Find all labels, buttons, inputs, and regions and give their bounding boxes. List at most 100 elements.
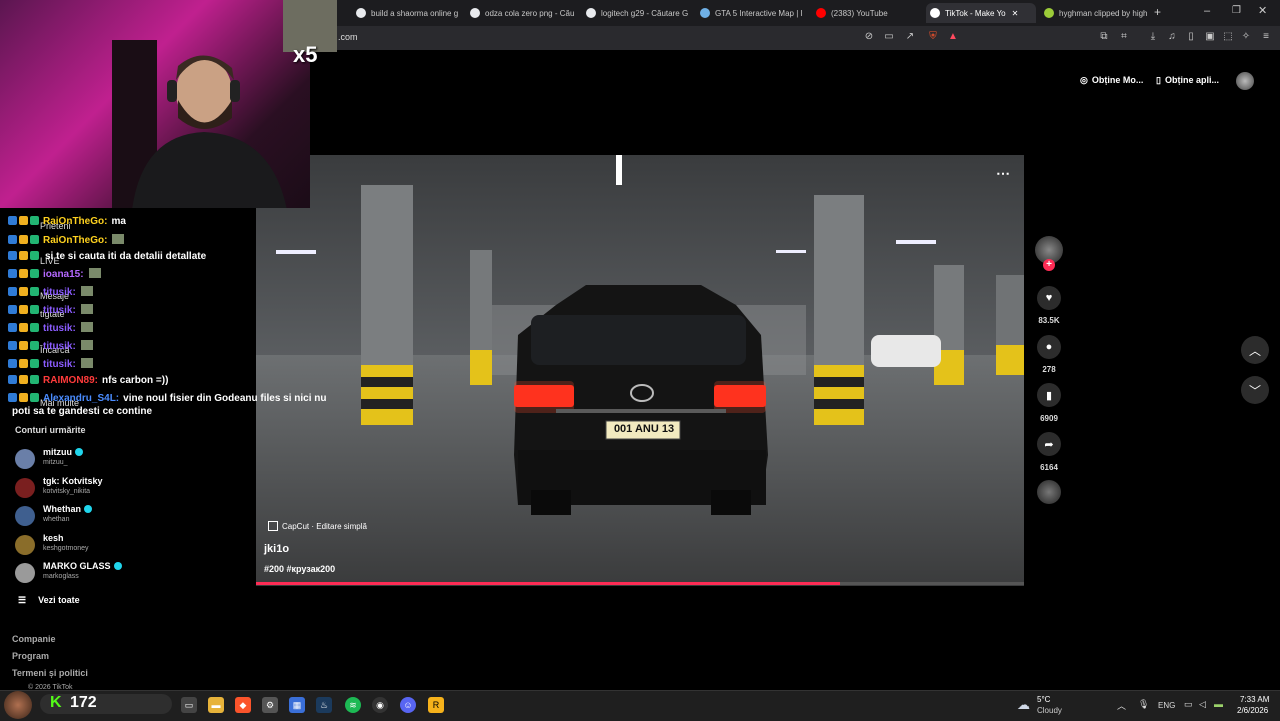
get-app-button[interactable]: ▯ Obține apli... — [1150, 70, 1226, 90]
mic-icon[interactable]: 🎙 — [1138, 699, 1149, 710]
brave-rewards-icon[interactable]: ▲ — [947, 31, 959, 43]
file-explorer-icon[interactable]: ▬ — [208, 697, 224, 713]
chat-username: titusik: — [43, 359, 76, 370]
clock-date[interactable]: 2/6/2026 — [1237, 706, 1268, 715]
footer-terms[interactable]: Termeni și politici — [12, 668, 88, 678]
heart-icon: ♥ — [1045, 292, 1053, 304]
obs-icon[interactable]: ◉ — [372, 697, 388, 713]
chat-emote-icon — [80, 340, 93, 350]
network-icon[interactable]: ▭ — [1184, 699, 1193, 710]
capcut-tag[interactable]: CapCut · Editare simplă — [268, 521, 367, 531]
browser-tab[interactable]: build a shaorma online g — [352, 3, 458, 23]
spotify-icon[interactable]: ≋ — [345, 697, 361, 713]
brave-browser-icon[interactable]: ◆ — [235, 697, 251, 713]
leo-ai-icon[interactable]: ✧ — [1240, 31, 1252, 43]
chat-badge-icon — [8, 235, 17, 244]
taskbar-avatar[interactable] — [4, 691, 32, 719]
minimize-button[interactable]: – — [1204, 5, 1210, 17]
media-icon[interactable]: ♫ — [1166, 31, 1178, 43]
chat-badge-icon — [19, 305, 28, 314]
music-disc[interactable] — [1037, 480, 1061, 504]
chat-badge-icon — [30, 287, 39, 296]
share-count: 6164 — [1040, 463, 1058, 472]
maximize-button[interactable]: ❐ — [1232, 5, 1241, 16]
see-all-link[interactable]: ☰ Vezi toate — [18, 595, 80, 606]
tray-chevron-icon[interactable]: ︿ — [1117, 699, 1126, 712]
browser-tab[interactable]: TikTok - Make Yo ✕ — [926, 3, 1036, 23]
browser-tab[interactable]: hyghman clipped by high — [1040, 3, 1148, 23]
chat-message: titusik: — [8, 340, 93, 352]
language-indicator[interactable]: ENG — [1158, 701, 1175, 710]
kick-logo-icon: K — [50, 694, 62, 711]
brave-shield-icon[interactable]: ⛨ — [927, 31, 939, 43]
weather-desc: Cloudy — [1037, 706, 1062, 715]
following-item[interactable]: kesh keshgotmoney — [15, 533, 175, 559]
follow-plus-icon[interactable]: + — [1043, 259, 1055, 271]
extensions-icon[interactable]: ⧉ — [1098, 31, 1110, 43]
chat-username: RaiOnTheGo: — [43, 216, 108, 227]
verified-icon — [75, 448, 83, 456]
share-icon[interactable]: ↗ — [904, 31, 916, 43]
like-button[interactable]: ♥ — [1037, 286, 1061, 310]
browser-tab[interactable]: (2383) YouTube — [812, 3, 920, 23]
chat-emote-icon — [112, 234, 125, 244]
footer-company[interactable]: Companie — [12, 634, 56, 644]
chat-message: titusik: — [8, 286, 93, 298]
video-progress-track[interactable] — [256, 582, 1024, 585]
get-coins-button[interactable]: ◎ Obține Mo... — [1072, 70, 1144, 90]
wallet-icon[interactable]: ▣ — [1204, 31, 1216, 43]
video-player[interactable]: 001 ANU 13 ⋯ CapCut · Editare simplă jki… — [256, 155, 1024, 586]
share-button[interactable]: ➦ — [1037, 432, 1061, 456]
browser-tab[interactable]: odza cola zero png - Cău — [466, 3, 574, 23]
battery-icon[interactable]: ▬ — [1214, 699, 1223, 709]
avatar — [15, 449, 35, 469]
url-field[interactable]: .com — [338, 32, 358, 42]
chat-emote-icon — [80, 322, 93, 332]
save-button[interactable]: ▮ — [1037, 383, 1061, 407]
following-name-text: kesh — [43, 532, 64, 543]
volume-icon[interactable]: ◁ — [1199, 699, 1206, 710]
footer-program[interactable]: Program — [12, 651, 49, 661]
close-tab-icon[interactable]: ✕ — [1012, 9, 1019, 18]
browser-tab[interactable]: logitech g29 - Căutare G — [582, 3, 690, 23]
following-item[interactable]: MARKO GLASS markoglass — [15, 561, 175, 587]
video-author[interactable]: jki1o — [264, 543, 289, 555]
browser-tab[interactable]: GTA 5 Interactive Map | I — [696, 3, 804, 23]
garage-scene — [256, 155, 1024, 586]
following-item[interactable]: mitzuu mitzuu_ — [15, 447, 175, 473]
settings-app-icon[interactable]: ⚙ — [262, 697, 278, 713]
phone-icon: ▯ — [1156, 74, 1161, 85]
following-item[interactable]: Whethan whethan — [15, 504, 175, 530]
chat-badge-icon — [19, 287, 28, 296]
screenshot-icon[interactable]: ⌗ — [1118, 31, 1130, 43]
rockstar-icon[interactable]: R — [428, 697, 444, 713]
sidebar-icon[interactable]: ▯ — [1185, 31, 1197, 43]
reader-mode-icon[interactable]: ⊘ — [863, 31, 875, 43]
following-item[interactable]: tgk: Kotvitsky kotvitsky_nikita — [15, 476, 175, 502]
comment-button[interactable]: ● — [1037, 335, 1061, 359]
next-video-button[interactable]: ﹀ — [1241, 376, 1269, 404]
new-tab-button[interactable]: + — [1154, 5, 1161, 19]
chat-badge-icon — [30, 216, 39, 225]
chat-username: Alexandru_S4L: — [43, 393, 120, 404]
following-name: kesh — [43, 533, 64, 543]
task-view-icon[interactable]: ▭ — [181, 697, 197, 713]
chat-badge-icon — [30, 375, 39, 384]
menu-icon[interactable]: ≡ — [1260, 31, 1272, 43]
downloads-icon[interactable]: ⤓ — [1147, 31, 1159, 43]
chat-message: titusik: — [8, 304, 93, 316]
profile-avatar[interactable] — [1236, 72, 1254, 90]
discord-icon[interactable]: ☺ — [400, 697, 416, 713]
steam-icon[interactable]: ♨ — [316, 697, 332, 713]
clock-time[interactable]: 7:33 AM — [1240, 695, 1269, 704]
vpn-icon[interactable]: ⬚ — [1222, 31, 1234, 43]
chat-message: RAIMON89: nfs carbon =)) — [8, 375, 168, 386]
chat-badge-icon — [8, 269, 17, 278]
following-handle: mitzuu_ — [43, 459, 68, 466]
video-more-icon[interactable]: ⋯ — [996, 165, 1010, 182]
cast-icon[interactable]: ▭ — [883, 31, 895, 43]
store-icon[interactable]: ▦ — [289, 697, 305, 713]
previous-video-button[interactable]: ︿ — [1241, 336, 1269, 364]
close-window-button[interactable]: ✕ — [1258, 4, 1267, 17]
video-hashtags[interactable]: #200 #крузак200 — [264, 564, 335, 574]
